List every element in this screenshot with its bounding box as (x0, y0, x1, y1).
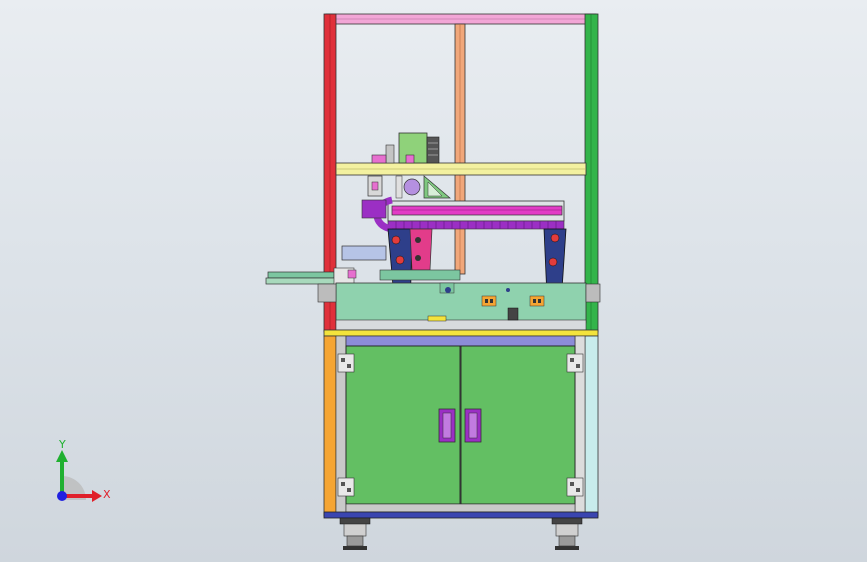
hinge (337, 353, 355, 373)
cylinder-small (385, 144, 395, 164)
hinge (566, 477, 584, 497)
z-axis-marker (57, 491, 67, 501)
hinge (337, 477, 355, 497)
caster-left (339, 517, 371, 550)
cabinet-left-post (323, 335, 337, 517)
bottom-rail (323, 511, 599, 519)
work-plate (317, 282, 601, 331)
orientation-triad[interactable]: Y X (40, 436, 120, 516)
caster-right (551, 517, 583, 550)
hinge (566, 353, 584, 373)
cad-viewport[interactable] (0, 0, 867, 562)
x-axis-label: X (103, 488, 111, 501)
cabinet-right-post (584, 335, 599, 517)
table-top-rail (323, 329, 599, 337)
base-plate (335, 282, 587, 324)
triad-graphic (56, 450, 102, 502)
y-axis-label: Y (59, 438, 66, 451)
pick-head (367, 175, 451, 199)
cabinet (323, 335, 599, 519)
upper-components (371, 132, 440, 164)
